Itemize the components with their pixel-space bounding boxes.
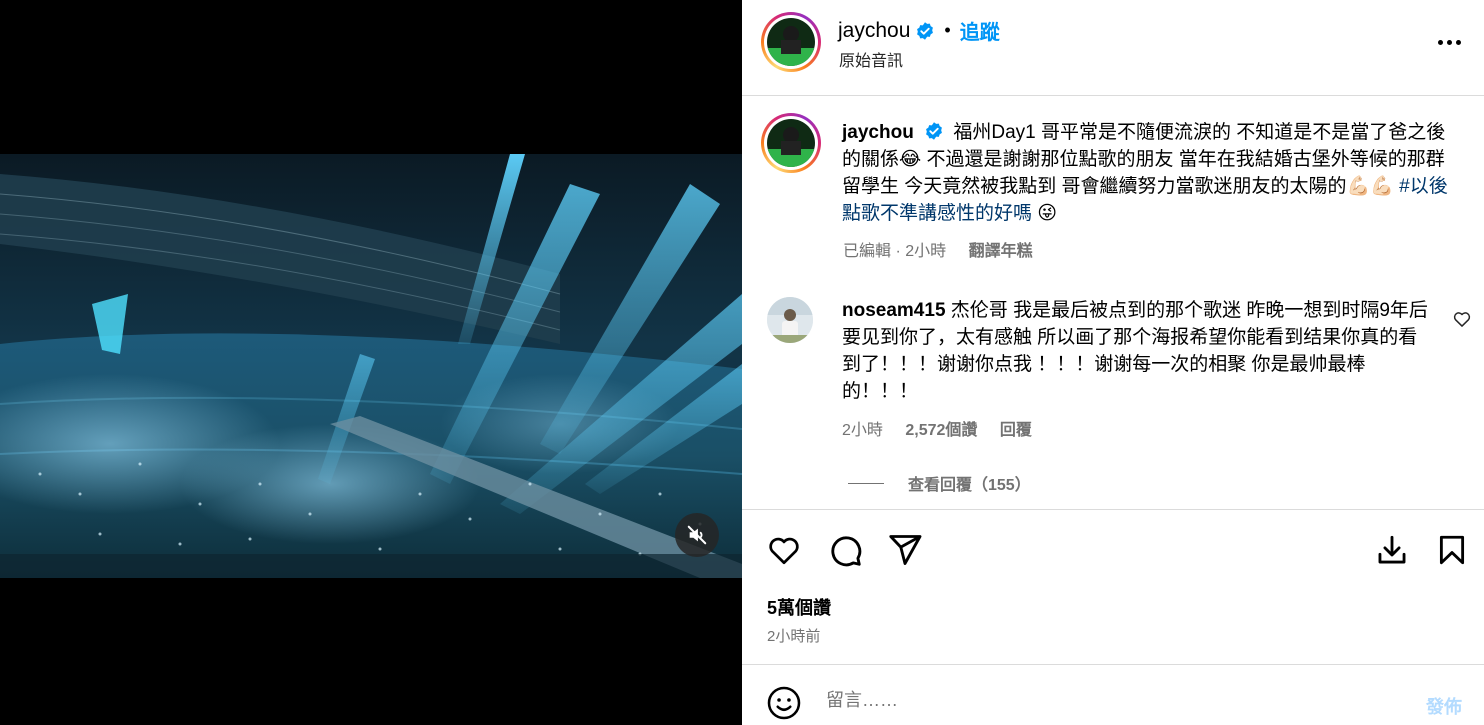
more-options-icon[interactable]	[1434, 30, 1464, 54]
author-username[interactable]: jaychou	[838, 19, 910, 43]
comment-button[interactable]	[825, 530, 865, 570]
translate-button[interactable]: 翻譯年糕	[969, 243, 1033, 260]
comment-like-heart-icon[interactable]	[1452, 309, 1472, 329]
heart-icon	[769, 537, 799, 565]
commenter-username[interactable]: noseam415	[842, 300, 946, 321]
comment-icon	[831, 536, 862, 567]
comment-like-count[interactable]: 2,572個讚	[905, 422, 977, 439]
view-replies-label: 查看回覆（155）	[908, 477, 1031, 494]
caption-author-avatar[interactable]	[761, 113, 821, 173]
comment-reply-button[interactable]: 回覆	[1000, 422, 1032, 439]
share-icon	[889, 535, 922, 565]
caption-time[interactable]: · 2小時	[895, 243, 946, 260]
comment-meta: 2小時 2,572個讚 回覆	[842, 416, 1032, 440]
download-button[interactable]	[1372, 530, 1412, 570]
post-timestamp[interactable]: 2小時前	[767, 625, 820, 646]
comment-text-block: noseam415 杰伦哥 我是最后被点到的那个歌迷 昨晚一想到时隔9年后要见到…	[842, 297, 1432, 405]
caption-text-block: jaychou 福州Day1 哥平常是不隨便流淚的 不知道是不是當了爸之後的關係…	[842, 119, 1452, 227]
header-user-line: jaychou • 追蹤	[838, 16, 1000, 45]
save-button[interactable]	[1432, 530, 1472, 570]
follow-button[interactable]: 追蹤	[960, 16, 1000, 45]
view-replies-button[interactable]: 查看回覆（155）	[848, 471, 1031, 495]
post-details-panel: jaychou • 追蹤 原始音訊 jaychou 福州Day1 哥平常是不隨便…	[742, 0, 1484, 725]
post-comment-button[interactable]: 發佈	[1426, 693, 1462, 719]
post-like-count[interactable]: 5萬個讚	[767, 594, 831, 620]
concert-video[interactable]	[0, 154, 742, 578]
commenter-avatar[interactable]	[767, 297, 813, 343]
post-actions: 5萬個讚 2小時前	[742, 509, 1484, 665]
like-button[interactable]	[764, 530, 804, 570]
audio-label[interactable]: 原始音訊	[839, 47, 903, 71]
comment-composer: 發佈	[742, 666, 1484, 725]
caption-hashtag-emoji: 😜	[1037, 203, 1058, 224]
emoji-icon[interactable]	[766, 685, 802, 721]
verified-badge-icon	[917, 21, 934, 40]
replies-divider	[848, 482, 884, 484]
post-header: jaychou • 追蹤 原始音訊	[742, 0, 1484, 96]
separator-dot: •	[944, 20, 951, 40]
media-panel	[0, 0, 742, 725]
caption-meta: 已編輯 · 2小時 翻譯年糕	[843, 237, 1033, 261]
edited-label: 已編輯	[843, 243, 892, 260]
bookmark-icon	[1439, 535, 1465, 565]
comment-time[interactable]: 2小時	[842, 422, 883, 439]
download-icon	[1378, 535, 1406, 564]
instagram-post-view: jaychou • 追蹤 原始音訊 jaychou 福州Day1 哥平常是不隨便…	[0, 0, 1484, 725]
caption-username[interactable]: jaychou	[842, 122, 914, 143]
comment-input[interactable]	[826, 690, 1386, 711]
mute-toggle-button[interactable]	[675, 513, 719, 557]
author-avatar[interactable]	[761, 12, 821, 72]
muted-speaker-icon	[687, 525, 707, 545]
share-button[interactable]	[885, 530, 925, 570]
verified-badge-icon	[926, 122, 943, 140]
